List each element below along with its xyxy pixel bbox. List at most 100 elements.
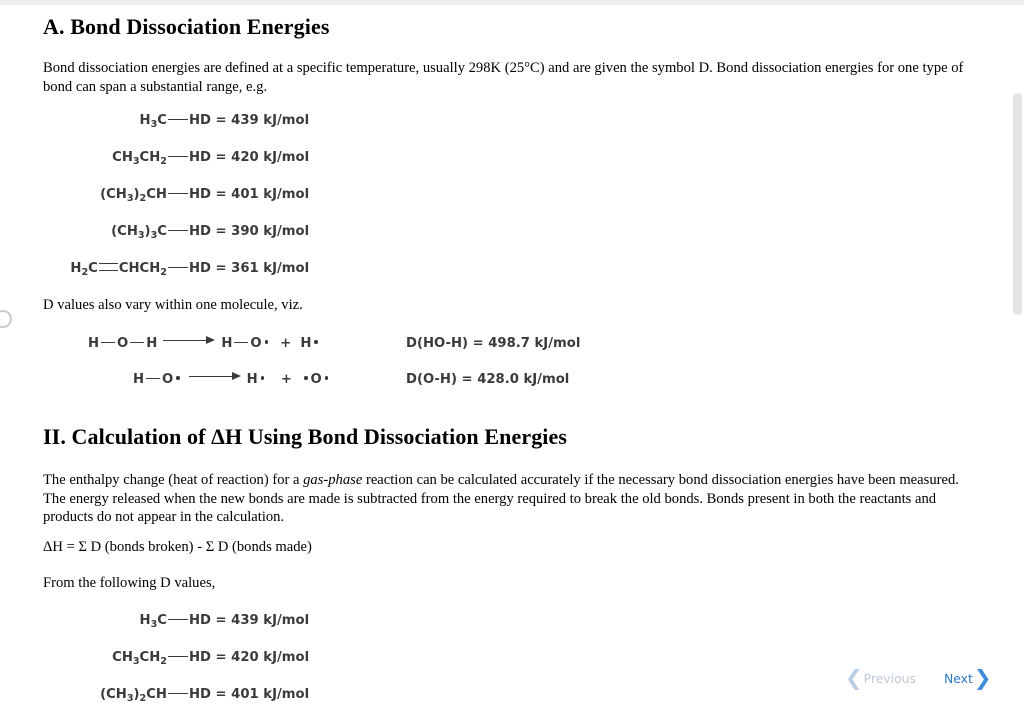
single-bond-icon — [167, 193, 188, 194]
chevron-left-icon: ❮ — [845, 666, 863, 690]
single-bond-icon — [167, 693, 188, 694]
chem-atom-c: C — [157, 613, 167, 628]
chem-atom-h: H — [133, 372, 145, 387]
chem-atom-h: H — [139, 613, 151, 628]
table-row: H O H H O + H D(HO-H) = 498.7 kJ/mol — [88, 325, 580, 361]
section-ii-heading: II. Calculation of ΔH Using Bond Dissoci… — [43, 424, 568, 449]
next-button-label: Next — [944, 671, 973, 686]
chem-group-ch: CH — [112, 650, 133, 665]
radical-dot-icon — [314, 340, 318, 344]
bond-energy-value: D = 361 kJ/mol — [200, 261, 310, 276]
reaction-equation-table: H O H H O + H D(HO-H) = 498.7 kJ/mol H O H + O… — [88, 325, 580, 397]
single-bond-icon — [167, 230, 188, 231]
chem-sub-3: 3 — [126, 693, 134, 704]
chem-plus: + — [280, 336, 292, 351]
paragraph-text-pre: The enthalpy change (heat of reaction) f… — [43, 472, 304, 488]
reaction-equation-water: H O H H O + H — [88, 325, 406, 361]
chem-atom-h: H — [188, 650, 200, 665]
radical-dot-icon — [176, 376, 180, 380]
chem-group-ch: CH — [117, 224, 138, 239]
bond-energy-value: D = 401 kJ/mol — [200, 187, 310, 202]
table-row: H3C H D = 439 kJ/mol — [0, 102, 310, 139]
chem-atom-o: O — [310, 372, 322, 387]
table-row: H2C CHCH2 H D = 361 kJ/mol — [0, 250, 309, 287]
chem-formula-methane: H3C H — [0, 602, 200, 639]
chem-atom-h: H — [188, 687, 200, 702]
chem-atom-o: O — [250, 336, 262, 351]
radical-dot-icon — [324, 376, 329, 380]
chem-sub-3: 3 — [126, 193, 134, 204]
chem-group-ch: CH — [139, 650, 161, 665]
single-bond-icon — [146, 378, 161, 379]
chem-atom-o: O — [117, 336, 129, 351]
chem-sub-2: 2 — [160, 267, 167, 278]
chem-formula-propane: (CH3)2CH H — [0, 676, 200, 713]
radical-dot-icon — [304, 376, 308, 380]
reaction-energy-value: D(HO-H) = 498.7 kJ/mol — [406, 335, 581, 351]
reaction-arrow-icon — [163, 335, 216, 345]
table-row: (CH3)3C H D = 390 kJ/mol — [0, 213, 309, 250]
single-bond-icon — [167, 267, 188, 268]
table-row: (CH3)2CH H D = 401 kJ/mol — [0, 676, 309, 713]
double-bond-icon — [98, 263, 118, 271]
single-bond-icon — [167, 156, 188, 157]
chem-formula-butane: (CH3)3C H — [0, 213, 200, 250]
chem-group-ch: CH — [146, 687, 167, 702]
chem-group-ch: CH — [106, 687, 127, 702]
paragraph-emphasis-gas-phase: gas-phase — [303, 472, 363, 488]
vertical-scrollbar-thumb[interactable] — [1013, 93, 1022, 315]
chem-sub-2: 2 — [160, 156, 167, 167]
chem-atom-h: H — [188, 261, 200, 276]
bond-energy-table-top: H3C H D = 439 kJ/mol CH3CH2 H D = 420 kJ/m… — [0, 102, 309, 287]
previous-button[interactable]: ❮ Previous — [845, 668, 916, 689]
chem-formula-propene: H2C CHCH2 H — [0, 250, 200, 287]
bond-energy-value: D = 420 kJ/mol — [200, 650, 310, 665]
chem-atom-h: H — [188, 150, 200, 165]
bond-energy-value: D = 439 kJ/mol — [200, 113, 310, 128]
next-button[interactable]: Next ❯ — [944, 668, 991, 689]
chem-group-ch: CH — [112, 150, 133, 165]
chem-sub-3: 3 — [132, 156, 140, 167]
chem-sub-3: 3 — [150, 230, 158, 241]
chem-atom-h: H — [221, 336, 233, 351]
single-bond-icon — [167, 619, 188, 620]
bond-energy-table-bottom: H3C H D = 439 kJ/mol CH3CH2 H D = 420 kJ/m… — [0, 602, 309, 713]
chem-group-ch: CH — [139, 150, 161, 165]
chem-sub-3: 3 — [132, 656, 140, 667]
chevron-right-icon: ❯ — [973, 666, 992, 690]
chem-atom-h: H — [70, 261, 82, 276]
vertical-scrollbar-track[interactable] — [1010, 5, 1024, 697]
reaction-equation-hydroxyl: H O H + O — [88, 361, 406, 397]
chem-atom-c: C — [157, 113, 167, 128]
chem-sub-3: 3 — [150, 119, 158, 130]
chem-paren-close: ) — [144, 224, 151, 239]
document-page: A. Bond Dissociation Energies Bond disso… — [0, 5, 1000, 704]
chem-group-ch: CH — [118, 261, 140, 276]
single-bond-icon — [101, 342, 116, 343]
table-row: H3C H D = 439 kJ/mol — [0, 602, 310, 639]
single-bond-icon — [167, 656, 188, 657]
single-bond-icon — [234, 342, 249, 343]
chem-sub-3: 3 — [150, 619, 158, 630]
chem-atom-c: C — [88, 261, 98, 276]
chem-formula-ethane: CH3CH2 H — [0, 639, 200, 676]
bond-energy-value: D = 439 kJ/mol — [200, 613, 310, 628]
chem-paren-close: ) — [133, 687, 140, 702]
chem-atom-c: C — [157, 224, 167, 239]
chem-atom-h: H — [146, 336, 158, 351]
radical-dot-icon — [260, 376, 265, 380]
chem-sub-2: 2 — [139, 193, 147, 204]
chem-sub-2: 2 — [139, 693, 147, 704]
chem-formula-ethane: CH3CH2 H — [0, 139, 200, 176]
bond-energy-value: D = 401 kJ/mol — [200, 687, 310, 702]
reaction-arrow-icon — [188, 371, 241, 381]
chem-atom-h: H — [188, 187, 200, 202]
table-row: H O H + O D(O-H) = 428.0 kJ/mol — [88, 361, 580, 397]
chem-plus: + — [280, 372, 292, 387]
previous-button-label: Previous — [863, 671, 916, 686]
chem-atom-h: H — [88, 336, 100, 351]
chem-formula-methane: H3C H — [0, 102, 200, 139]
chem-sub-2: 2 — [160, 656, 167, 667]
section-a-heading: A. Bond Dissociation Energies — [43, 14, 330, 39]
chem-group-ch: CH — [146, 187, 167, 202]
